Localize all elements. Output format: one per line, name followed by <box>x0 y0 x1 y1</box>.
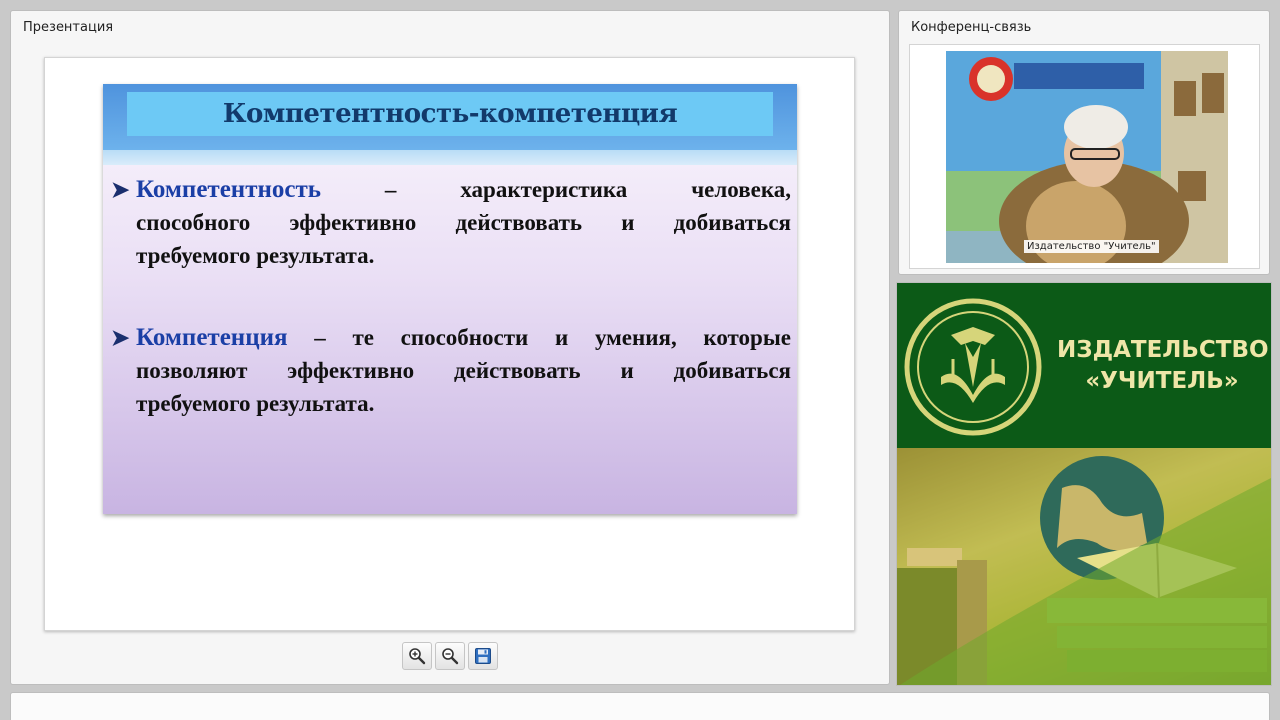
books-globe-illustration <box>897 448 1271 685</box>
definition-line: требуемого результата. <box>136 391 375 416</box>
definition-competency: ➤ Компетенция – те способности и умения, … <box>111 321 791 420</box>
zoom-out-button[interactable] <box>435 642 465 670</box>
zoom-in-icon <box>409 648 426 665</box>
bottom-panel <box>10 692 1270 720</box>
zoom-out-icon <box>442 648 459 665</box>
slide-viewport[interactable]: Компетентность-компетенция ➤ Компетентнос… <box>44 57 855 631</box>
slide-title: Компетентность-компетенция <box>222 99 678 129</box>
publisher-logo-icon <box>904 298 1042 436</box>
slide-header: Компетентность-компетенция <box>103 84 797 150</box>
definition-text: – те способности и умения, которые <box>287 325 791 350</box>
term-competency: Компетенция <box>136 324 288 351</box>
definition-line: способного эффективно действовать и доби… <box>136 210 791 235</box>
conference-panel: Конференц-связь Издательство "Учитель" <box>898 10 1270 275</box>
publisher-logo-band: ИЗДАТЕЛЬСТВО «УЧИТЕЛЬ» <box>897 283 1271 448</box>
presentation-toolbar <box>402 642 498 670</box>
presentation-panel: Презентация Компетентность-компетенция ➤… <box>10 10 890 685</box>
zoom-in-button[interactable] <box>402 642 432 670</box>
definition-competence: ➤ Компетентность – характеристика человек… <box>111 173 791 272</box>
slide: Компетентность-компетенция ➤ Компетентнос… <box>103 84 797 514</box>
slide-title-box: Компетентность-компетенция <box>127 92 773 136</box>
presentation-panel-title: Презентация <box>23 20 114 35</box>
webcam-video[interactable]: Издательство "Учитель" <box>946 51 1228 263</box>
publisher-name-line2: «УЧИТЕЛЬ» <box>1085 368 1239 394</box>
publisher-banner: ИЗДАТЕЛЬСТВО «УЧИТЕЛЬ» <box>896 282 1272 686</box>
conference-panel-title: Конференц-связь <box>911 20 1032 35</box>
definition-line: ➤ Компетентность – характеристика человек… <box>111 173 791 206</box>
video-frame: Издательство "Учитель" <box>909 44 1260 269</box>
books-image <box>897 448 1271 685</box>
webcam-scene <box>946 51 1228 263</box>
slide-header-strip <box>103 150 797 165</box>
definition-line: ➤ Компетенция – те способности и умения, … <box>111 321 791 354</box>
video-caption: Издательство "Учитель" <box>1024 240 1159 253</box>
save-button[interactable] <box>468 642 498 670</box>
term-competence: Компетентность <box>136 176 321 203</box>
arrow-bullet-icon: ➤ <box>111 325 130 350</box>
publisher-name: ИЗДАТЕЛЬСТВО «УЧИТЕЛЬ» <box>1057 335 1269 397</box>
definition-line: позволяют эффективно действовать и добив… <box>136 358 791 383</box>
save-icon <box>475 648 491 664</box>
definition-line: требуемого результата. <box>136 243 375 268</box>
definition-text: – характеристика человека, <box>321 177 791 202</box>
arrow-bullet-icon: ➤ <box>111 177 130 202</box>
publisher-name-line1: ИЗДАТЕЛЬСТВО <box>1057 337 1269 363</box>
